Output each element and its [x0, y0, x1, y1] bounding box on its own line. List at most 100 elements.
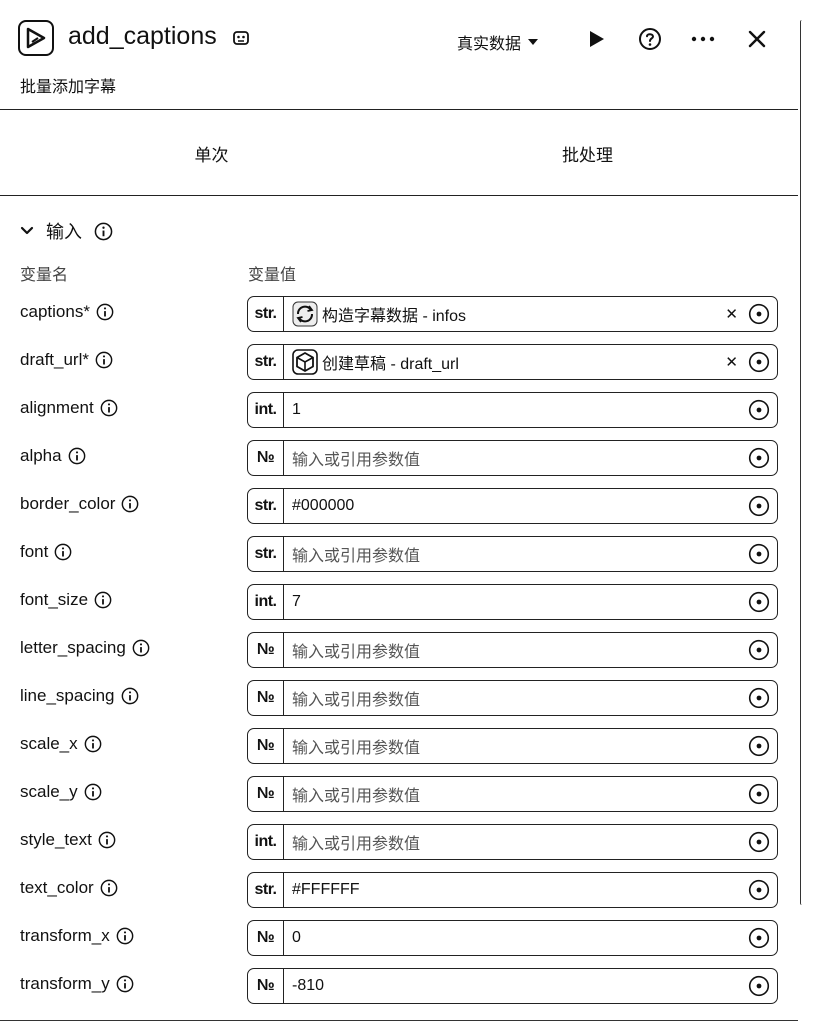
param-value-text: 输入或引用参数值: [292, 740, 421, 757]
param-value[interactable]: 输入或引用参数值: [284, 446, 748, 470]
param-name: text_color: [20, 878, 94, 897]
param-value-text: 输入或引用参数值: [292, 452, 421, 469]
info-icon[interactable]: [121, 495, 139, 513]
info-icon[interactable]: [132, 639, 150, 657]
info-icon[interactable]: [116, 927, 134, 945]
variable-picker-icon[interactable]: [748, 303, 770, 325]
param-input[interactable]: № 0: [247, 920, 778, 956]
param-value[interactable]: 输入或引用参数值: [284, 734, 748, 758]
param-value-text: 1: [292, 401, 301, 418]
param-value[interactable]: 输入或引用参数值: [284, 782, 748, 806]
info-icon: [94, 222, 113, 240]
variable-picker-icon[interactable]: [748, 447, 770, 469]
param-input[interactable]: № 输入或引用参数值: [247, 632, 778, 668]
variable-picker-icon[interactable]: [748, 831, 770, 853]
param-input[interactable]: str. #FFFFFF: [247, 872, 778, 908]
column-header-value: 变量值: [248, 265, 297, 284]
info-icon[interactable]: [84, 783, 102, 801]
variable-picker-icon[interactable]: [748, 399, 770, 421]
param-input[interactable]: № -810: [247, 968, 778, 1004]
param-value-text: 输入或引用参数值: [292, 692, 421, 709]
variable-picker-icon[interactable]: [748, 879, 770, 901]
close-icon: [748, 30, 766, 48]
param-name: style_text: [20, 830, 92, 849]
tab-single[interactable]: 单次: [12, 110, 411, 196]
info-icon[interactable]: [68, 447, 86, 465]
info-icon[interactable]: [94, 591, 112, 609]
param-value[interactable]: 创建草稿 - draft_url: [284, 349, 725, 375]
param-input[interactable]: № 输入或引用参数值: [247, 728, 778, 764]
close-button[interactable]: [744, 26, 770, 52]
param-value[interactable]: 输入或引用参数值: [284, 542, 748, 566]
param-value[interactable]: #FFFFFF: [284, 881, 748, 899]
param-name: scale_x: [20, 734, 78, 753]
param-value[interactable]: 输入或引用参数值: [284, 638, 748, 662]
param-name: scale_y: [20, 782, 78, 801]
param-row: draft_url* str. 创建草稿 - draft_url ✕: [0, 344, 798, 380]
param-value[interactable]: #000000: [284, 497, 748, 515]
variable-picker-icon[interactable]: [748, 687, 770, 709]
info-icon[interactable]: [100, 879, 118, 897]
param-type-badge: №: [248, 729, 284, 763]
clear-icon[interactable]: ✕: [725, 305, 738, 323]
param-input[interactable]: int. 7: [247, 584, 778, 620]
play-icon: [590, 31, 604, 47]
param-label: transform_y: [20, 974, 134, 994]
clear-icon[interactable]: ✕: [725, 353, 738, 371]
input-section-toggle[interactable]: 输入: [20, 218, 113, 244]
variable-picker-icon[interactable]: [748, 783, 770, 805]
data-mode-select[interactable]: 真实数据: [457, 30, 539, 54]
help-button[interactable]: [637, 26, 663, 52]
info-icon[interactable]: [121, 687, 139, 705]
node-title: add_captions: [68, 22, 217, 50]
variable-picker-icon[interactable]: [748, 639, 770, 661]
variable-picker-icon[interactable]: [748, 495, 770, 517]
panel-header: add_captions 批量添加字幕 真实数据: [0, 0, 798, 110]
param-label: font: [20, 542, 72, 562]
param-type-badge: №: [248, 681, 284, 715]
run-button[interactable]: [583, 26, 609, 52]
param-value[interactable]: 0: [284, 929, 748, 947]
info-icon[interactable]: [54, 543, 72, 561]
param-label: alignment: [20, 398, 118, 418]
param-row: style_text int. 输入或引用参数值: [0, 824, 798, 860]
variable-picker-icon[interactable]: [748, 927, 770, 949]
param-value-text: 输入或引用参数值: [292, 836, 421, 853]
param-value-text: 7: [292, 593, 301, 610]
node-description: 批量添加字幕: [20, 77, 117, 96]
info-icon[interactable]: [96, 303, 114, 321]
more-button[interactable]: [690, 26, 716, 52]
param-value[interactable]: 1: [284, 401, 748, 419]
variable-picker-icon[interactable]: [748, 735, 770, 757]
param-value-text: 输入或引用参数值: [292, 788, 421, 805]
tab-batch[interactable]: 批处理: [388, 110, 787, 196]
param-value[interactable]: -810: [284, 977, 748, 995]
info-icon[interactable]: [98, 831, 116, 849]
param-input[interactable]: int. 1: [247, 392, 778, 428]
param-value[interactable]: 构造字幕数据 - infos: [284, 301, 725, 327]
param-input[interactable]: str. 创建草稿 - draft_url ✕: [247, 344, 778, 380]
param-input[interactable]: str. 构造字幕数据 - infos ✕: [247, 296, 778, 332]
info-icon[interactable]: [84, 735, 102, 753]
info-icon[interactable]: [100, 399, 118, 417]
param-value[interactable]: 输入或引用参数值: [284, 686, 748, 710]
variable-picker-icon[interactable]: [748, 591, 770, 613]
info-icon[interactable]: [95, 351, 113, 369]
variable-picker-icon[interactable]: [748, 543, 770, 565]
param-name: alignment: [20, 398, 94, 417]
variable-picker-icon[interactable]: [748, 975, 770, 997]
param-label: draft_url*: [20, 350, 113, 370]
param-input[interactable]: № 输入或引用参数值: [247, 680, 778, 716]
param-input[interactable]: № 输入或引用参数值: [247, 440, 778, 476]
info-icon[interactable]: [116, 975, 134, 993]
scrollbar[interactable]: [800, 20, 820, 905]
variable-picker-icon[interactable]: [748, 351, 770, 373]
param-input[interactable]: int. 输入或引用参数值: [247, 824, 778, 860]
param-value[interactable]: 7: [284, 593, 748, 611]
param-input[interactable]: str. #000000: [247, 488, 778, 524]
param-input[interactable]: str. 输入或引用参数值: [247, 536, 778, 572]
param-input[interactable]: № 输入或引用参数值: [247, 776, 778, 812]
param-label: style_text: [20, 830, 116, 850]
param-value[interactable]: 输入或引用参数值: [284, 830, 748, 854]
param-name: font: [20, 542, 49, 561]
